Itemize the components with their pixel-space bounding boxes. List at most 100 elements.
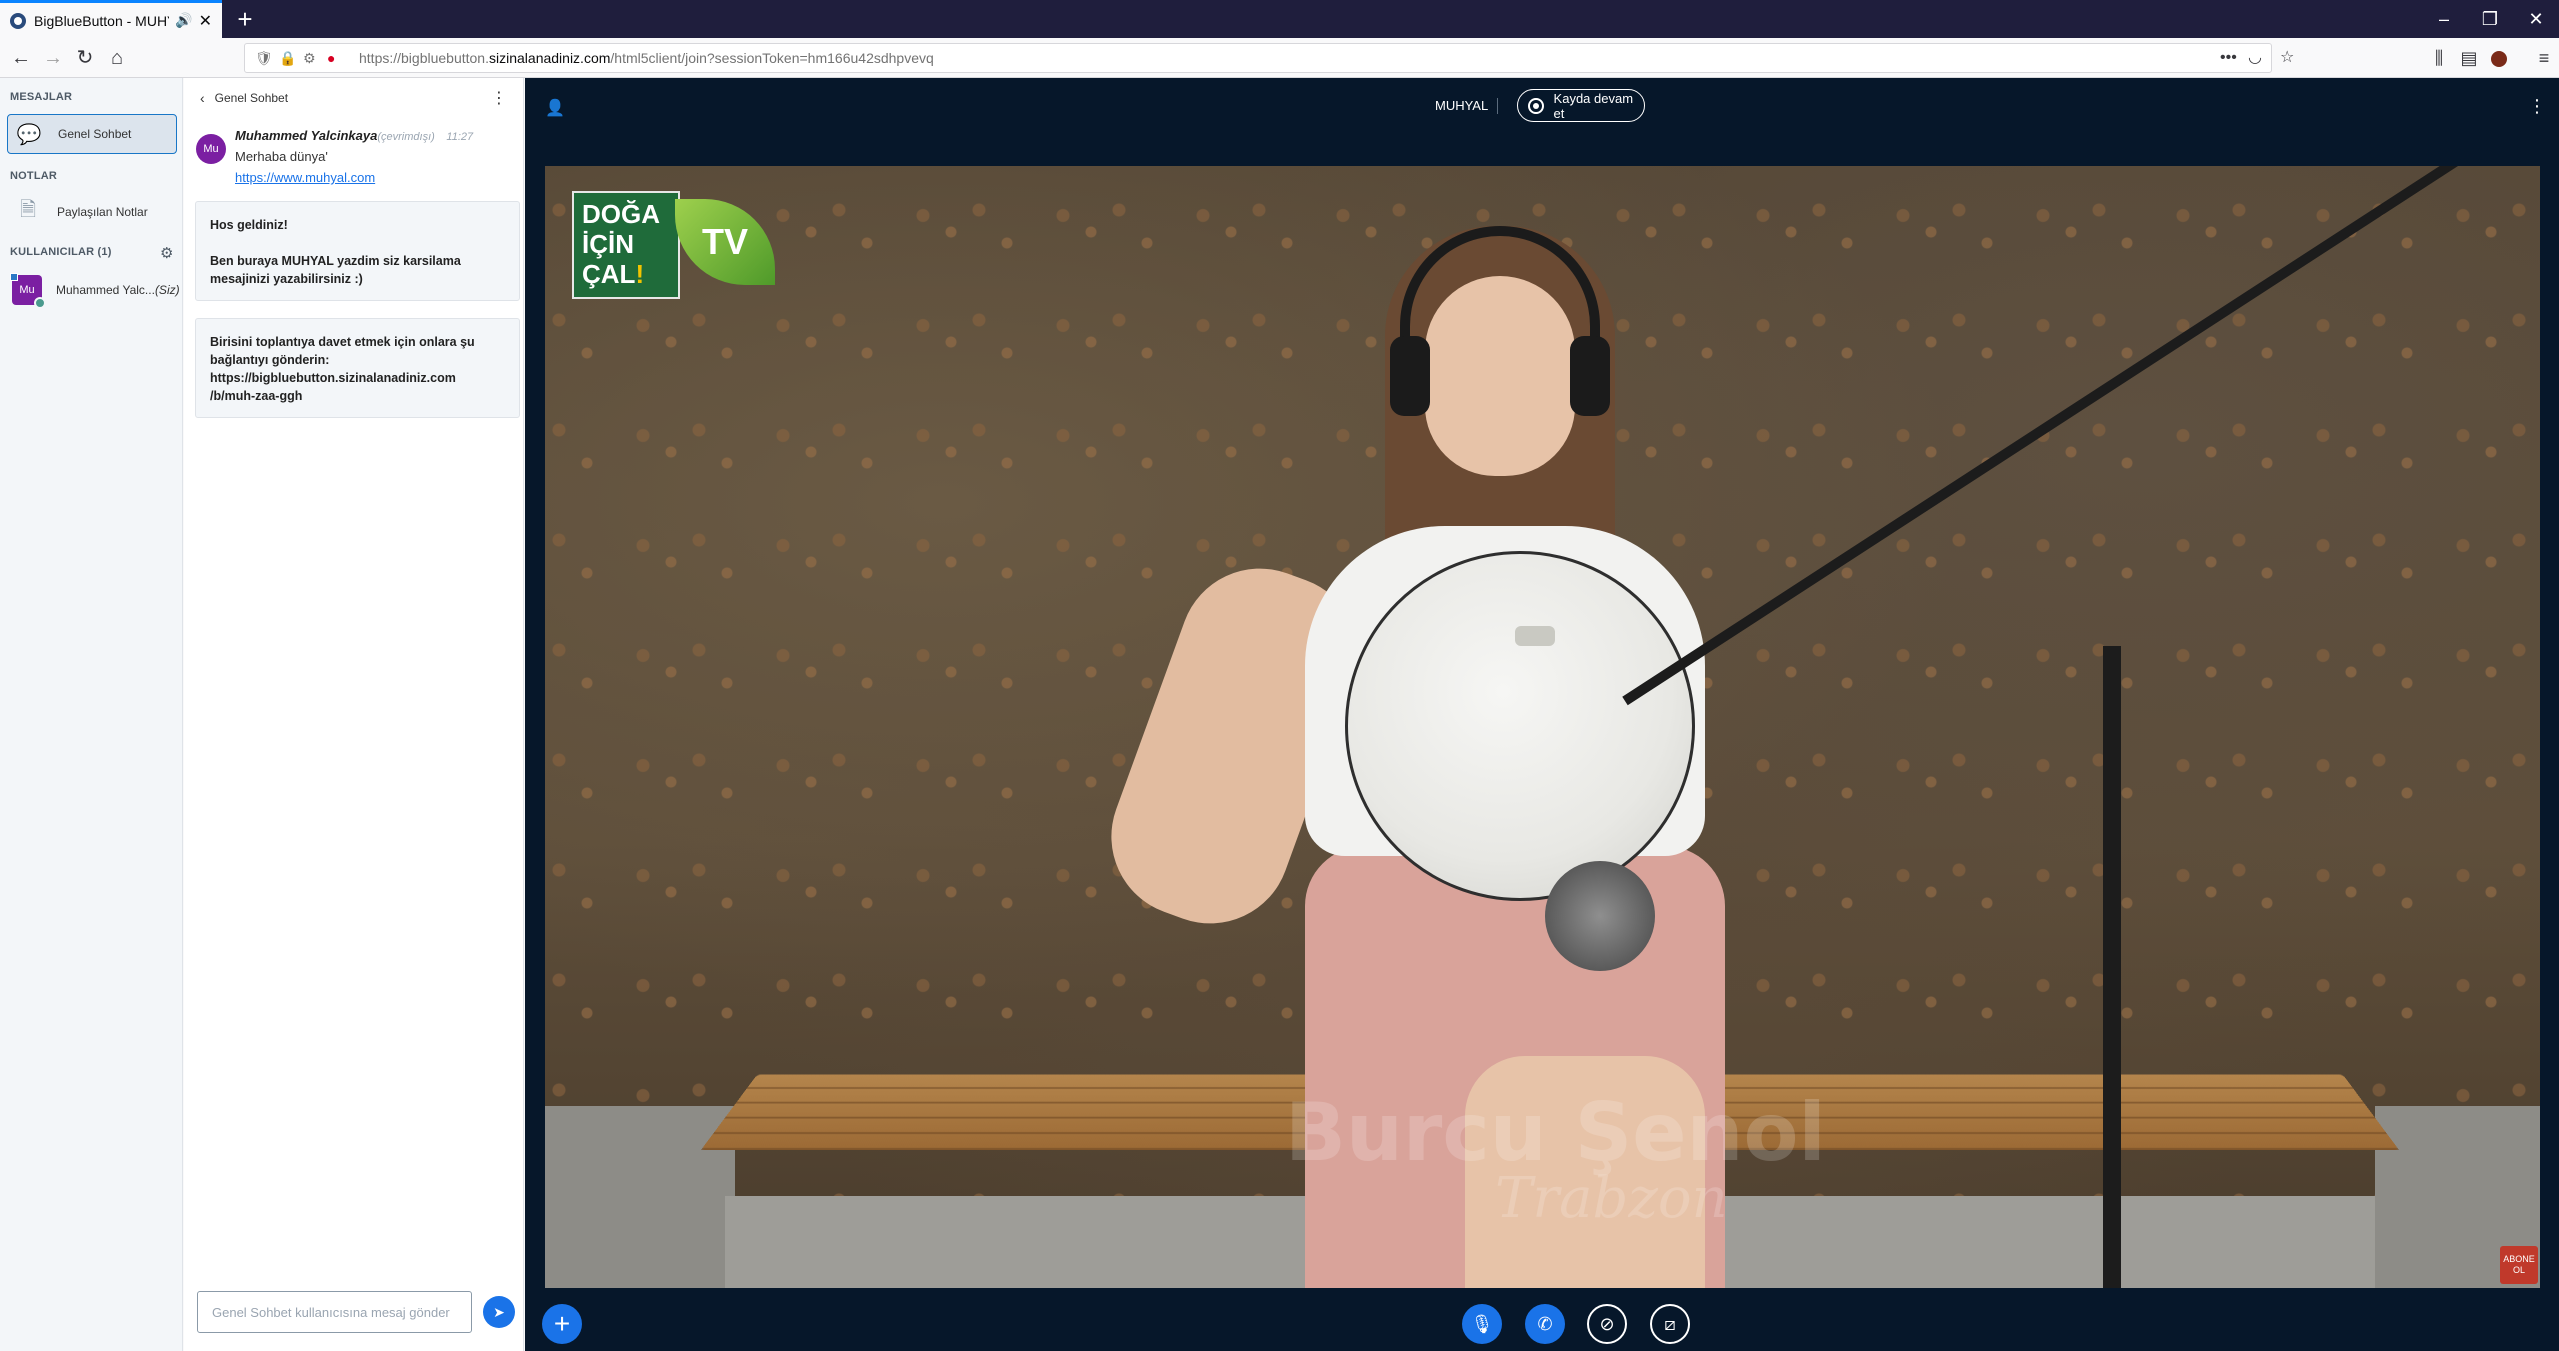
url-text[interactable]: https://bigbluebutton.sizinalanadiniz.co… [359,50,934,66]
reload-button[interactable]: ↻ [70,43,100,73]
user-you-label: (Siz) [154,283,180,297]
chat-panel: ‹ Genel Sohbet ⋮ Mu Muhammed Yalcinkaya(… [184,78,524,1351]
address-bar[interactable]: 🛡 🔒 ⚙ ● https://bigbluebutton.sizinalana… [244,43,2294,74]
record-icon [1528,97,1544,114]
video-frame-drum [1345,551,1695,901]
invite-line-1: Birisini toplantıya davet etmek için onl… [210,335,475,367]
restore-window-button[interactable]: ❐ [2467,0,2513,38]
browser-titlebar: BigBlueButton - MUHYAL 🔊 ✕ + – ❐ ✕ [0,0,2559,38]
permissions-icon[interactable]: ⚙ [303,50,321,67]
share-screen-button[interactable]: ⧄ [1650,1304,1690,1344]
title-divider [1497,98,1498,114]
video-earcup-left [1390,336,1430,416]
sidebar-toggle-icon[interactable]: ▤ [2455,43,2483,73]
phone-icon: ✆ [1537,1313,1553,1334]
user-name: Muhammed Yalc... [56,283,155,297]
notes-heading: NOTLAR [10,170,58,182]
sidebar-item-public-chat[interactable]: 💬 Genel Sohbet [7,114,177,154]
minimize-window-button[interactable]: – [2421,0,2467,38]
actions-plus-button[interactable]: + [542,1304,582,1344]
url-suffix: /html5client/join?sessionToken=hm166u42s… [610,50,934,66]
close-window-button[interactable]: ✕ [2513,0,2559,38]
microphone-permission-icon[interactable]: ● [327,50,345,66]
presentation-area: 👤 MUHYAL Kayda devam et ⋮ Burcu Şenol Tr… [525,78,2559,1351]
message-link[interactable]: https://www.muhyal.com [235,170,375,185]
shared-notes-label: Paylaşılan Notlar [57,205,148,219]
recording-label: Kayda devam et [1553,90,1634,121]
library-icon[interactable]: ⫼ [2425,43,2453,73]
bigbluebutton-favicon-icon [10,12,26,29]
logo-exclamation: ! [635,259,645,289]
leave-audio-button[interactable]: ✆ [1525,1304,1565,1344]
meeting-title: MUHYAL [1435,98,1489,113]
sidebar-item-shared-notes[interactable]: 🗎 Paylaşılan Notlar [7,192,177,232]
channel-logo: DOĞA İÇİN ÇAL! [572,191,680,299]
screen-share-off-icon: ⧄ [1664,1313,1676,1334]
notes-document-icon: 🗎 [19,199,37,221]
send-icon: ➤ [493,1303,505,1320]
tab-title: BigBlueButton - MUHYAL [34,12,169,29]
invite-line-3: /b/muh-zaa-ggh [210,389,303,403]
user-avatar: Mu [10,273,46,309]
tracking-protection-icon[interactable]: 🛡 [255,50,273,67]
browser-tab[interactable]: BigBlueButton - MUHYAL 🔊 ✕ [0,0,222,38]
url-prefix: https://bigbluebutton. [359,50,489,66]
account-avatar-icon[interactable] [2491,51,2507,67]
mute-button[interactable]: 🎙 [1462,1304,1502,1344]
video-earcup-right [1570,336,1610,416]
plus-icon: + [553,1308,571,1339]
subscribe-badge[interactable]: ABONE OL [2500,1246,2538,1284]
video-watermark-place: Trabzon [1495,1166,1728,1231]
user-list-item[interactable]: Mu Muhammed Yalc... (Siz) [10,273,182,309]
chat-bubbles-icon: 💬 [16,123,42,146]
new-tab-button[interactable]: + [230,4,260,34]
chat-options-icon[interactable]: ⋮ [491,88,507,108]
close-tab-icon[interactable]: ✕ [199,11,212,31]
camera-off-icon: ⊘ [1599,1313,1615,1334]
hamburger-menu-icon[interactable]: ≡ [2530,43,2558,73]
video-bench-concrete-left [545,1106,735,1288]
send-message-button[interactable]: ➤ [483,1296,515,1328]
url-host: sizinalanadiniz.com [489,50,611,66]
public-chat-label: Genel Sohbet [58,127,132,141]
welcome-message: Hos geldiniz! Ben buraya MUHYAL yazdim s… [195,201,520,301]
home-button[interactable]: ⌂ [102,43,132,73]
video-mic-stand [2103,646,2121,1288]
share-webcam-button[interactable]: ⊘ [1587,1304,1627,1344]
logo-line-3: ÇAL [582,259,636,289]
message-avatar: Mu [196,134,226,164]
welcome-line-1: Hos geldiniz! [210,218,288,232]
user-list-toggle-icon[interactable]: 👤 [545,98,565,118]
lock-icon[interactable]: 🔒 [279,50,297,67]
microphone-icon: 🎙 [1470,1313,1494,1334]
message-sender-line: Muhammed Yalcinkaya(çevrimdışı) 11:27 [235,128,473,143]
messages-heading: MESAJLAR [10,91,73,103]
message-sender: Muhammed Yalcinkaya [235,128,378,143]
chat-message-input[interactable]: Genel Sohbet kullanıcısına mesaj gönder [197,1291,472,1333]
pocket-icon[interactable]: ◡ [2248,44,2262,74]
chat-header-back[interactable]: ‹ Genel Sohbet [200,90,288,106]
chevron-left-icon: ‹ [200,90,205,106]
presenter-badge-icon [10,273,18,281]
video-mic-windscreen [1545,861,1655,971]
user-list-panel: MESAJLAR 💬 Genel Sohbet NOTLAR 🗎 Paylaşı… [0,78,183,1351]
voice-status-icon [34,297,46,309]
user-options-gear-icon[interactable]: ⚙ [160,244,173,262]
recording-button[interactable]: Kayda devam et [1517,89,1645,122]
video-drum-logo [1515,626,1555,646]
welcome-line-2: Ben buraya MUHYAL yazdim siz karsilama m… [210,254,461,286]
message-text: Merhaba dünya' [235,149,328,164]
page-actions-icon[interactable]: ••• [2220,44,2237,74]
back-button[interactable]: ← [6,43,36,73]
options-menu-icon[interactable]: ⋮ [2528,96,2546,117]
bookmark-star-icon[interactable]: ☆ [2280,44,2294,74]
message-status: (çevrimdışı) [377,131,435,143]
invite-line-2: https://bigbluebutton.sizinalanadiniz.co… [210,371,456,385]
browser-navbar: ← → ↻ ⌂ 🛡 🔒 ⚙ ● https://bigbluebutton.si… [0,38,2559,78]
logo-line-2: İÇİN [582,229,634,259]
message-time: 11:27 [446,131,474,143]
speaker-icon[interactable]: 🔊 [175,12,192,29]
forward-button[interactable]: → [38,43,68,73]
user-avatar-initials: Mu [19,284,35,296]
external-video-player[interactable]: Burcu Şenol Trabzon DOĞA İÇİN ÇAL! TV AB… [545,166,2540,1288]
